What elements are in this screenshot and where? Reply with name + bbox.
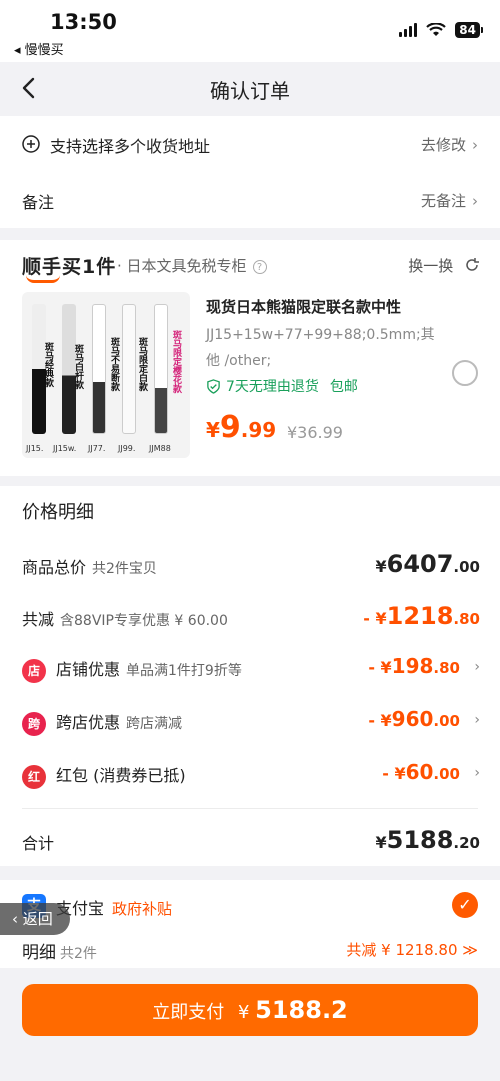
product-image[interactable]: 斑马经典款 斑马白杆款 斑马不易断款 斑马限定白款 斑马限定樱花款 JJ15. … (22, 292, 190, 458)
help-icon[interactable]: ? (252, 260, 267, 274)
store-name: · 日本文具免税专柜? (117, 255, 267, 276)
battery-icon: 84 (455, 22, 483, 38)
cross-store-value: - ¥960.00 (368, 707, 460, 731)
store-icon: 店 (22, 658, 46, 683)
sum-value: ¥5188.20 (375, 826, 480, 854)
product-select-radio[interactable] (452, 360, 478, 386)
detail-count: 共2件 (60, 946, 97, 962)
signal-icon (399, 23, 418, 37)
payment-method[interactable]: 支付宝 政府补贴 (56, 895, 172, 919)
status-bar: 13:50 ◂ 慢慢买 84 (0, 0, 500, 62)
note-label: 备注 (22, 193, 55, 212)
detail-saving[interactable]: 共减 ¥ 1218.80 ≫ (346, 939, 478, 960)
page-title: 确认订单 (210, 79, 290, 103)
cross-store-icon: 跨 (22, 711, 46, 736)
add-circle-icon (22, 135, 40, 153)
return-policy: 7天无理由退货 (226, 379, 319, 395)
payment-card: 支 支付宝政府补贴 ✓ 明细共2件 共减 ¥ 1218.80 ≫ (0, 880, 500, 968)
discount-value: - ¥1218.80 (363, 602, 480, 630)
discount-sub: 含88VIP专享优惠 ¥ 60.00 (60, 613, 228, 629)
wifi-icon (426, 23, 447, 36)
product-title[interactable]: 现货日本熊猫限定联名款中性 (206, 296, 401, 317)
cross-store-label: 跨店优惠 (56, 713, 121, 732)
nav-bar: 确认订单 (0, 62, 500, 116)
address-label: 支持选择多个收货地址 (50, 137, 211, 156)
refresh-icon (466, 258, 479, 271)
red-packet-row[interactable]: 红红包 (消费券已抵) - ¥60.00 › (22, 760, 480, 792)
note-row[interactable]: 备注 无备注 › (0, 172, 500, 228)
subsidy-label: 政府补贴 (112, 900, 173, 918)
note-value: 无备注 (420, 192, 466, 210)
cross-store-discount-row[interactable]: 跨跨店优惠 跨店满减 - ¥960.00 › (22, 707, 480, 739)
price-detail-card: 价格明细 商品总价 共2件宝贝 ¥6407.00 共减 含88VIP专享优惠 ¥ 6… (0, 486, 500, 866)
cross-store-sub: 跨店满减 (126, 716, 183, 732)
product-price: ¥9.99 (206, 410, 277, 445)
product-card: 顺手买1件 · 日本文具免税专柜? 换一换 斑马经典款 斑马白杆款 斑马不易断款… (0, 240, 500, 476)
original-price: ¥36.99 (287, 423, 343, 442)
product-spec[interactable]: JJ15+15w+77+99+88;0.5mm;其他 /other; (206, 322, 441, 374)
discount-label: 共减 (22, 610, 55, 629)
status-time: 13:50 (50, 10, 117, 34)
payment-check-icon[interactable]: ✓ (452, 892, 478, 918)
chevron-right-icon: › (472, 136, 478, 154)
total-price-row: 商品总价 共2件宝贝 ¥6407.00 (22, 550, 480, 582)
note-value-link[interactable]: 无备注 › (421, 190, 478, 211)
red-packet-icon: 红 (22, 764, 46, 789)
store-discount-sub: 单品满1件打9折等 (126, 663, 242, 679)
discount-row: 共减 含88VIP专享优惠 ¥ 60.00 - ¥1218.80 (22, 602, 480, 634)
detail-label[interactable]: 明细 共2件 (22, 938, 97, 963)
store-discount-label: 店铺优惠 (56, 660, 121, 679)
price-detail-title: 价格明细 (22, 502, 94, 523)
divider (22, 808, 478, 809)
address-edit-link[interactable]: 去修改 › (421, 134, 478, 155)
total-label: 商品总价 (22, 558, 87, 577)
store-discount-row[interactable]: 店店铺优惠 单品满1件打9折等 - ¥198.80 › (22, 654, 480, 686)
free-shipping: 包邮 (329, 379, 358, 395)
product-tags: 7天无理由退货 包邮 (206, 376, 358, 396)
chevron-right-icon: › (474, 659, 480, 675)
red-packet-value: - ¥60.00 (382, 760, 460, 784)
chevron-right-icon: › (472, 192, 478, 210)
store-discount-value: - ¥198.80 (368, 654, 460, 678)
total-sub: 共2件宝贝 (92, 561, 157, 577)
status-icons: 84 (399, 22, 483, 38)
chevron-right-icon: › (474, 765, 480, 781)
swap-button[interactable]: 换一换 (408, 255, 480, 276)
chevron-right-icon: › (474, 712, 480, 728)
pay-now-button[interactable]: 立即支付 ¥ 5188.2 (22, 984, 478, 1036)
address-row[interactable]: 支持选择多个收货地址 去修改 › (0, 116, 500, 172)
sum-row: 合计 ¥5188.20 (22, 826, 480, 858)
brand-logo: 顺手买1件 (22, 252, 116, 283)
back-float-button[interactable]: ‹ 返回 (0, 903, 70, 935)
sum-label: 合计 (22, 834, 55, 853)
shield-check-icon (207, 378, 220, 394)
red-packet-label: 红包 (消费券已抵) (56, 766, 186, 785)
address-edit-label: 去修改 (420, 136, 466, 154)
total-value: ¥6407.00 (375, 550, 480, 578)
back-to-app-link[interactable]: ◂ 慢慢买 (14, 39, 64, 58)
